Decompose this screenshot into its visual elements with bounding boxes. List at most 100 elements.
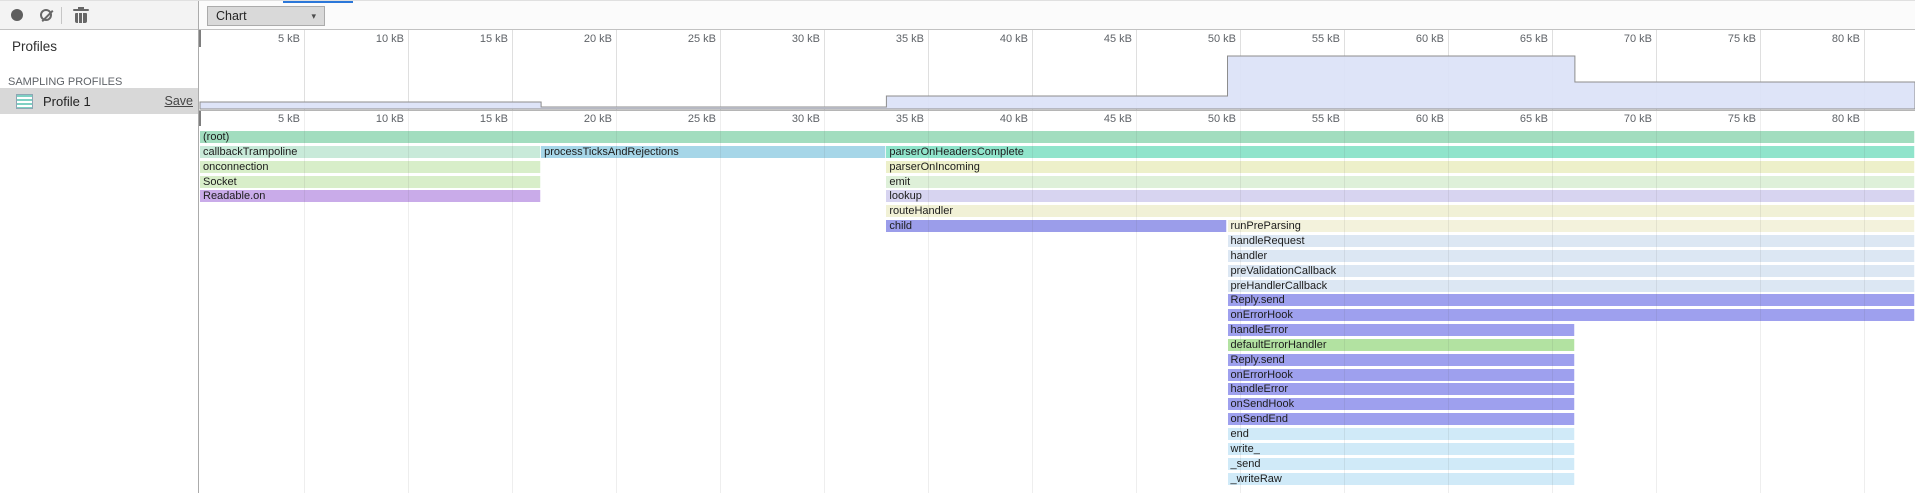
flame-bar-label: _send <box>1228 458 1261 470</box>
flame-bar-preHandlerCallback[interactable]: preHandlerCallback <box>1228 280 1915 292</box>
save-profile-link[interactable]: Save <box>165 94 194 108</box>
overview-tick-label: 40 kB <box>968 33 1028 45</box>
sampling-profiles-header: SAMPLING PROFILES <box>0 54 198 88</box>
flame-bar-defaultErrorHandler[interactable]: defaultErrorHandler <box>1228 339 1575 351</box>
flame-bar-label: parserOnHeadersComplete <box>886 146 1024 158</box>
flame-bar-_send[interactable]: _send <box>1228 458 1575 470</box>
flame-gridline <box>720 111 721 493</box>
profile-name: Profile 1 <box>43 94 91 109</box>
profile-document-icon <box>16 94 33 109</box>
flame-bar-label: preHandlerCallback <box>1228 280 1328 292</box>
overview-origin-tick <box>199 30 201 47</box>
flame-bar-label: child <box>886 220 912 232</box>
flame-gridline <box>1760 111 1761 493</box>
selected-tab-indicator <box>283 1 353 3</box>
ruler-tick-label: 15 kB <box>448 113 508 125</box>
flame-bar-label: Socket <box>200 176 237 188</box>
flame-bar-label: (root) <box>200 131 229 143</box>
flame-bar-label: onconnection <box>200 161 268 173</box>
flame-bar-onSendHook[interactable]: onSendHook <box>1228 398 1575 410</box>
flame-bar-label: preValidationCallback <box>1228 265 1337 277</box>
flame-bar-processTicksAndRejections[interactable]: processTicksAndRejections <box>541 146 886 158</box>
flame-bar-label: processTicksAndRejections <box>541 146 679 158</box>
flame-bar-runPreParsing[interactable]: runPreParsing <box>1228 220 1915 232</box>
flame-bar-label: end <box>1228 428 1249 440</box>
flame-bar-child[interactable]: child <box>886 220 1227 232</box>
overview-tick-label: 55 kB <box>1280 33 1340 45</box>
ruler-tick-label: 55 kB <box>1280 113 1340 125</box>
flame-bar-root[interactable]: (root) <box>200 131 1915 143</box>
clear-all-button[interactable] <box>33 1 59 29</box>
chart-toolbar <box>199 1 1915 29</box>
flame-bar-onErrorHook[interactable]: onErrorHook <box>1228 309 1915 321</box>
ruler-tick-label: 80 kB <box>1800 113 1860 125</box>
ruler-tick-label: 5 kB <box>240 113 300 125</box>
overview-tick-label: 15 kB <box>448 33 508 45</box>
flame-gridline <box>1864 111 1865 493</box>
flame-gridline <box>1240 111 1241 493</box>
flame-gridline <box>1344 111 1345 493</box>
flame-bar-write_[interactable]: write_ <box>1228 443 1575 455</box>
flame-bar-label: Readable.on <box>200 190 265 202</box>
overview-tick-label: 65 kB <box>1488 33 1548 45</box>
trash-icon <box>75 8 87 23</box>
overview-tick-label: 60 kB <box>1384 33 1444 45</box>
ruler-tick-label: 75 kB <box>1696 113 1756 125</box>
flame-bar-Reply.send[interactable]: Reply.send <box>1228 294 1915 306</box>
ruler-tick-label: 45 kB <box>1072 113 1132 125</box>
flame-bar-label: runPreParsing <box>1228 220 1301 232</box>
flame-bar-label: onSendHook <box>1228 398 1295 410</box>
flame-bar-handler[interactable]: handler <box>1228 250 1915 262</box>
clear-icon <box>40 9 52 21</box>
record-button[interactable] <box>4 1 30 29</box>
flame-gridline <box>408 111 409 493</box>
flame-bar-onconnection[interactable]: onconnection <box>200 161 541 173</box>
overview-tick-label: 35 kB <box>864 33 924 45</box>
flame-bar-Socket[interactable]: Socket <box>200 176 541 188</box>
flame-bar-onSendEnd[interactable]: onSendEnd <box>1228 413 1575 425</box>
flame-chart-panel[interactable]: 5 kB5 kB10 kB10 kB15 kB15 kB20 kB20 kB25… <box>199 30 1915 493</box>
ruler-tick-label: 60 kB <box>1384 113 1444 125</box>
overview-tick-label: 25 kB <box>656 33 716 45</box>
flame-bar-label: handleError <box>1228 324 1288 336</box>
ruler-tick-label: 10 kB <box>344 113 404 125</box>
view-mode-select[interactable]: Chart ▾ <box>207 6 325 26</box>
flame-gridline <box>1448 111 1449 493</box>
flame-bar-label: onErrorHook <box>1228 309 1293 321</box>
flame-bar-preValidationCallback[interactable]: preValidationCallback <box>1228 265 1915 277</box>
flame-bar-label: Reply.send <box>1228 294 1285 306</box>
overview-tick-label: 80 kB <box>1800 33 1860 45</box>
delete-profile-button[interactable] <box>68 1 94 29</box>
flame-bar-_writeRaw[interactable]: _writeRaw <box>1228 473 1575 485</box>
flame-bar-callbackTrampoline[interactable]: callbackTrampoline <box>200 146 541 158</box>
flame-bar-label: onErrorHook <box>1228 369 1293 381</box>
toolbar-separator <box>61 7 62 24</box>
flame-bar-onErrorHook[interactable]: onErrorHook <box>1228 369 1575 381</box>
flame-bar-label: handler <box>1228 250 1268 262</box>
overview-tick-label: 5 kB <box>240 33 300 45</box>
flame-bar-Readable.on[interactable]: Readable.on <box>200 190 541 202</box>
flame-bar-Reply.send[interactable]: Reply.send <box>1228 354 1575 366</box>
flame-gridline <box>1136 111 1137 493</box>
flame-gridline <box>1552 111 1553 493</box>
overview-tick-label: 20 kB <box>552 33 612 45</box>
overview-tick-label: 75 kB <box>1696 33 1756 45</box>
flame-bar-label: write_ <box>1228 443 1260 455</box>
flame-bar-label: defaultErrorHandler <box>1228 339 1327 351</box>
ruler-tick-label: 70 kB <box>1592 113 1652 125</box>
flame-bar-label: _writeRaw <box>1228 473 1282 485</box>
ruler-tick-label: 50 kB <box>1176 113 1236 125</box>
flame-bar-label: callbackTrampoline <box>200 146 297 158</box>
flame-gridline <box>512 111 513 493</box>
flame-bar-label: emit <box>886 176 910 188</box>
ruler-tick-label: 25 kB <box>656 113 716 125</box>
sidebar-item-profile-1[interactable]: Profile 1 Save <box>0 88 198 114</box>
sidebar-title: Profiles <box>0 30 198 54</box>
flame-bar-handleError[interactable]: handleError <box>1228 324 1575 336</box>
view-mode-value: Chart <box>216 9 247 23</box>
ruler-tick-label: 20 kB <box>552 113 612 125</box>
flame-bar-handleError[interactable]: handleError <box>1228 383 1575 395</box>
flame-bar-handleRequest[interactable]: handleRequest <box>1228 235 1915 247</box>
flame-bar-end[interactable]: end <box>1228 428 1575 440</box>
ruler-tick-label: 40 kB <box>968 113 1028 125</box>
